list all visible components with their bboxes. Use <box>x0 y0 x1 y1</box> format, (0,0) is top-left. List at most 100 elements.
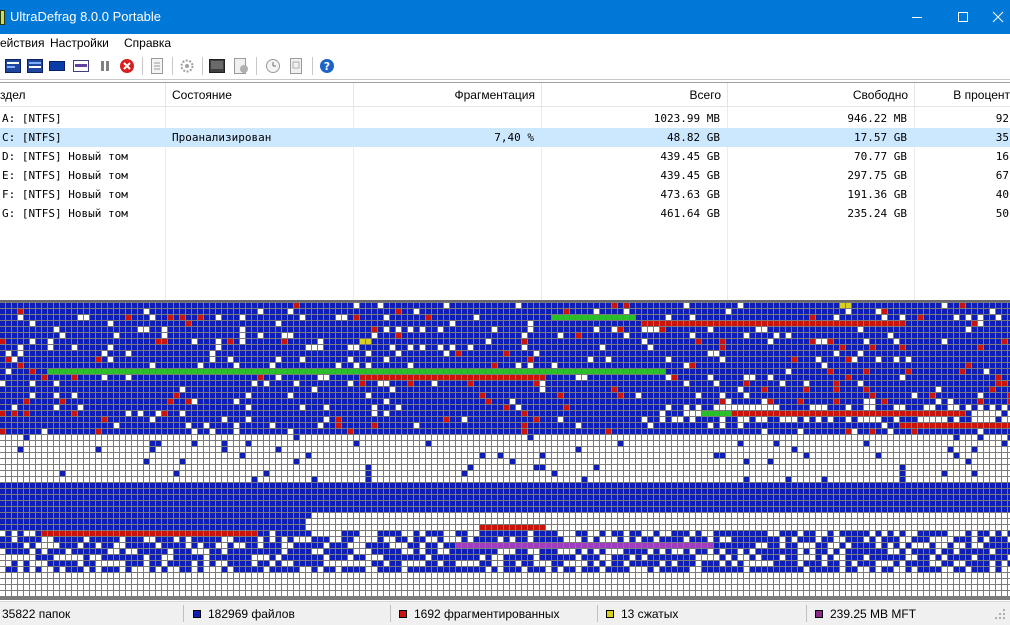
column-header-total[interactable]: Всего <box>542 83 728 107</box>
column-header-fragmentation[interactable]: Фрагментация <box>354 83 542 107</box>
drive-row[interactable]: F: [NTFS] Новый том 473.63 GB 191.36 GB 40 <box>0 185 1010 204</box>
cluster-block <box>216 429 221 434</box>
stop-button[interactable] <box>118 57 136 75</box>
cluster-block <box>6 435 11 440</box>
cluster-block <box>102 465 107 470</box>
cluster-block <box>720 465 725 470</box>
cluster-block <box>654 399 659 404</box>
cluster-block <box>210 411 215 416</box>
cluster-block <box>840 399 845 404</box>
cluster-block <box>552 357 557 362</box>
cluster-block <box>414 447 419 452</box>
cluster-block <box>882 315 887 320</box>
minimize-button[interactable] <box>894 0 940 34</box>
cluster-block <box>480 441 485 446</box>
cluster-block <box>750 399 755 404</box>
cluster-block <box>486 321 491 326</box>
schedule-button[interactable] <box>264 57 282 75</box>
drive-row[interactable]: C: [NTFS] Проанализирован 7,40 % 48.82 GB 17… <box>0 128 1010 147</box>
cluster-block <box>516 333 521 338</box>
cluster-block <box>360 357 365 362</box>
cluster-block <box>582 381 587 386</box>
boot-script-button[interactable] <box>232 57 250 75</box>
cluster-block <box>102 471 107 476</box>
cluster-block <box>270 453 275 458</box>
cluster-block <box>30 393 35 398</box>
cluster-block <box>576 375 581 380</box>
cluster-block <box>810 411 815 416</box>
cluster-block <box>378 447 383 452</box>
cluster-block <box>972 315 977 320</box>
cluster-block <box>42 315 47 320</box>
cluster-block <box>330 441 335 446</box>
column-header-percent[interactable]: В процент <box>915 83 1010 107</box>
cluster-block <box>444 345 449 350</box>
cluster-block <box>54 303 59 308</box>
cluster-block <box>102 453 107 458</box>
cluster-block <box>630 417 635 422</box>
cluster-block <box>222 399 227 404</box>
maximize-button[interactable] <box>940 0 986 34</box>
cluster-block <box>984 399 989 404</box>
cluster-block <box>708 333 713 338</box>
cluster-block <box>528 465 533 470</box>
cluster-block <box>432 393 437 398</box>
drive-list[interactable]: здел Состояние Фрагментация Всего Свобод… <box>0 82 1010 301</box>
cluster-block <box>888 423 893 428</box>
title-bar[interactable]: UltraDefrag 8.0.0 Portable <box>0 0 1010 34</box>
pause-button[interactable] <box>96 57 114 75</box>
menu-actions[interactable]: ействия <box>0 36 44 50</box>
cluster-block <box>630 423 635 428</box>
column-header-free[interactable]: Свободно <box>728 83 915 107</box>
app-icon <box>0 10 5 25</box>
cluster-block <box>456 465 461 470</box>
cluster-block <box>948 363 953 368</box>
cluster-block <box>858 375 863 380</box>
help-button[interactable]: ? <box>318 57 336 75</box>
cluster-block <box>576 327 581 332</box>
cluster-block <box>714 309 719 314</box>
column-header-status[interactable]: Состояние <box>166 83 354 107</box>
column-header-volume[interactable]: здел <box>0 83 166 107</box>
settings-button[interactable] <box>178 57 196 75</box>
menu-settings[interactable]: Настройки <box>50 36 109 50</box>
cluster-block <box>336 369 341 374</box>
cluster-block <box>486 357 491 362</box>
cluster-map[interactable] <box>0 300 1010 600</box>
cluster-block <box>564 441 569 446</box>
drive-row[interactable]: D: [NTFS] Новый том 439.45 GB 70.77 GB 16 <box>0 147 1010 166</box>
stop-icon <box>120 59 134 73</box>
cluster-block <box>300 393 305 398</box>
report-button[interactable] <box>148 57 166 75</box>
cluster-block <box>930 441 935 446</box>
drive-row[interactable]: G: [NTFS] Новый том 461.64 GB 235.24 GB 50 <box>0 204 1010 223</box>
cluster-block <box>360 405 365 410</box>
cluster-block <box>192 435 197 440</box>
quick-optimize-button[interactable] <box>48 57 66 75</box>
menu-help[interactable]: Справка <box>124 36 171 50</box>
cluster-block <box>126 411 131 416</box>
cluster-block <box>894 315 899 320</box>
cluster-block <box>306 459 311 464</box>
cluster-block <box>192 417 197 422</box>
drive-row[interactable]: E: [NTFS] Новый том 439.45 GB 297.75 GB 67 <box>0 166 1010 185</box>
cluster-block <box>114 411 119 416</box>
cluster-block <box>0 375 5 380</box>
boot-time-button[interactable] <box>208 57 226 75</box>
cluster-block <box>186 417 191 422</box>
cluster-block <box>990 381 995 386</box>
cluster-block <box>30 441 35 446</box>
full-optimize-button[interactable] <box>72 57 90 75</box>
cluster-block <box>36 333 41 338</box>
cluster-block <box>966 339 971 344</box>
analyze-button[interactable] <box>4 57 22 75</box>
drive-row[interactable]: A: [NTFS] 1023.99 MB 946.22 MB 92 <box>0 109 1010 128</box>
cluster-block <box>726 393 731 398</box>
cluster-block <box>474 393 479 398</box>
close-button[interactable] <box>986 0 1010 34</box>
cluster-block <box>960 327 965 332</box>
cluster-block <box>594 315 599 320</box>
defragment-button[interactable] <box>26 57 44 75</box>
cluster-block <box>828 339 833 344</box>
log-button[interactable] <box>288 57 306 75</box>
